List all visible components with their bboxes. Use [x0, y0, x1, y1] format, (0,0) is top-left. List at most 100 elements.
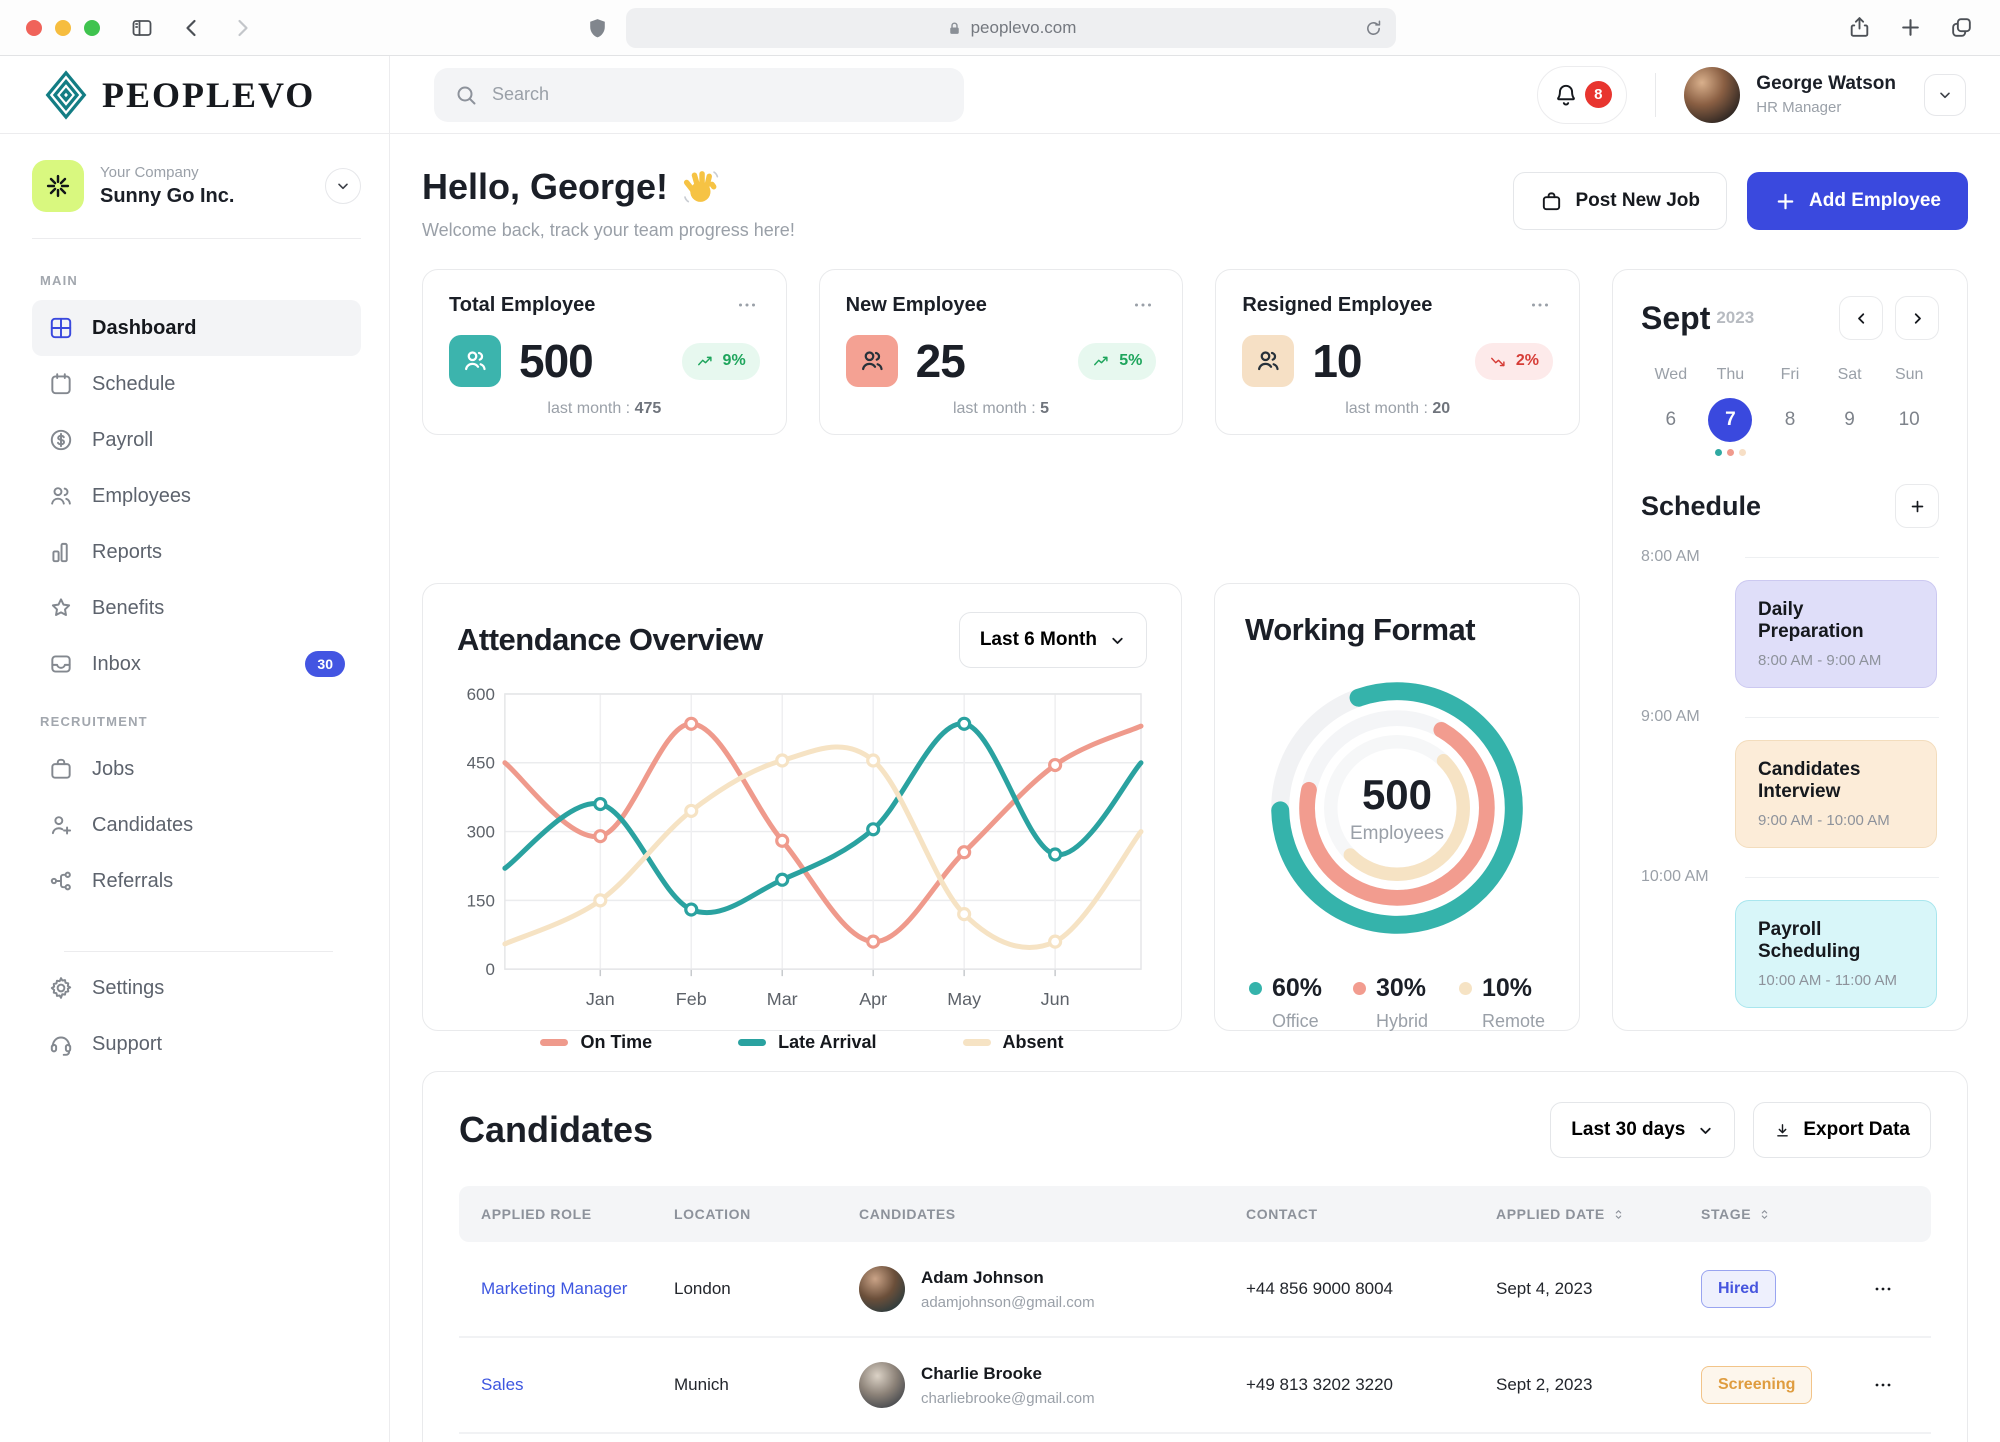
working-format-legend-remote: 10%Remote [1459, 974, 1545, 1032]
company-selector[interactable]: Your Company Sunny Go Inc. [32, 160, 361, 212]
divider [1745, 717, 1939, 718]
column-header-stage[interactable]: Stage [1701, 1206, 1871, 1222]
add-employee-button[interactable]: Add Employee [1747, 172, 1968, 230]
sidebar-item-payroll[interactable]: Payroll [32, 412, 361, 468]
sidebar-item-benefits[interactable]: Benefits [32, 580, 361, 636]
add-schedule-button[interactable] [1895, 484, 1939, 528]
sidebar-item-employees[interactable]: Employees [32, 468, 361, 524]
brand-name: PEOPLEVO [102, 74, 315, 116]
sidebar-item-label: Reports [92, 541, 162, 564]
schedule-event-daily-preparation[interactable]: Daily Preparation8:00 AM - 9:00 AM [1735, 580, 1937, 688]
sort-icon[interactable] [1611, 1207, 1626, 1222]
calendar-date[interactable]: 9 [1828, 398, 1872, 442]
support-icon [48, 1031, 74, 1057]
post-new-job-button[interactable]: Post New Job [1513, 172, 1727, 230]
jobs-icon [48, 756, 74, 782]
schedule-time-label: 10:00 AM [1641, 868, 1729, 886]
zoom-window-button[interactable] [84, 20, 100, 36]
employees-icon [449, 335, 501, 387]
svg-text:150: 150 [467, 891, 495, 910]
sidebar-item-inbox[interactable]: Inbox30 [32, 636, 361, 692]
calendar-date[interactable]: 6 [1649, 398, 1693, 442]
working-format-legend-hybrid: 30%Hybrid [1353, 974, 1428, 1032]
page-subtitle: Welcome back, track your team progress h… [422, 220, 795, 241]
sidebar-item-referrals[interactable]: Referrals [32, 853, 361, 909]
svg-text:0: 0 [485, 960, 494, 979]
event-title: Candidates Interview [1758, 759, 1914, 803]
legend-label: On Time [580, 1032, 652, 1053]
reports-icon [48, 539, 74, 565]
stat-value: 25 [916, 334, 965, 388]
close-window-button[interactable] [26, 20, 42, 36]
calendar-next-button[interactable] [1895, 296, 1939, 340]
event-time: 9:00 AM - 10:00 AM [1758, 812, 1914, 829]
legend-label: Remote [1482, 1011, 1545, 1032]
candidates-range-select[interactable]: Last 30 days [1550, 1102, 1735, 1158]
stage-badge[interactable]: Screening [1701, 1366, 1812, 1404]
working-format-legend-office: 60%Office [1249, 974, 1322, 1032]
stage-badge[interactable]: Hired [1701, 1270, 1776, 1308]
address-bar[interactable]: peoplevo.com [626, 8, 1396, 48]
privacy-shield-icon[interactable] [585, 16, 610, 41]
brand-logo[interactable]: PEOPLEVO [0, 56, 389, 134]
sidebar-item-reports[interactable]: Reports [32, 524, 361, 580]
settings-icon [48, 975, 74, 1001]
company-switcher-chevron-icon[interactable] [325, 168, 361, 204]
tab-overview-icon[interactable] [1949, 15, 1974, 40]
more-options-icon[interactable] [1527, 292, 1553, 318]
sidebar-item-schedule[interactable]: Schedule [32, 356, 361, 412]
sidebar-item-dashboard[interactable]: Dashboard [32, 300, 361, 356]
wave-emoji-icon [682, 168, 720, 206]
row-menu-icon[interactable] [1871, 1373, 1931, 1397]
schedule-event-candidates-interview[interactable]: Candidates Interview 9:00 AM - 10:00 AM [1735, 740, 1937, 848]
search-icon [454, 83, 478, 107]
sidebar-toggle-icon[interactable] [130, 16, 154, 40]
sidebar-item-jobs[interactable]: Jobs [32, 741, 361, 797]
new-tab-icon[interactable] [1898, 15, 1923, 40]
candidate-avatar [859, 1266, 905, 1312]
sidebar: PEOPLEVO Your Company Sunny Go Inc. MAIN… [0, 56, 390, 1442]
calendar-date[interactable]: 10 [1887, 398, 1931, 442]
export-data-button[interactable]: Export Data [1753, 1102, 1931, 1158]
divider [1745, 877, 1939, 878]
column-header-applied-date[interactable]: Applied Date [1496, 1206, 1701, 1222]
stat-card-total-employee: Total Employee5009%last month : 475 [422, 269, 787, 435]
calendar-weekday: Thu [1701, 366, 1761, 384]
peoplevo-logo-icon [44, 70, 88, 120]
applied-role-link[interactable]: Sales [481, 1375, 524, 1394]
calendar-prev-button[interactable] [1839, 296, 1883, 340]
row-menu-icon[interactable] [1871, 1277, 1931, 1301]
user-avatar[interactable] [1684, 67, 1740, 123]
reload-icon[interactable] [1363, 18, 1384, 39]
calendar-date-selected[interactable]: 7 [1708, 398, 1752, 442]
schedule-event-payroll-scheduling[interactable]: Payroll Scheduling10:00 AM - 11:00 AM [1735, 900, 1937, 1008]
minimize-window-button[interactable] [55, 20, 71, 36]
applied-role-link[interactable]: Marketing Manager [481, 1279, 627, 1298]
sidebar-item-candidates[interactable]: Candidates [32, 797, 361, 853]
forward-icon[interactable] [230, 16, 254, 40]
back-icon[interactable] [180, 16, 204, 40]
share-icon[interactable] [1847, 15, 1872, 40]
column-header-location: Location [674, 1206, 859, 1222]
stat-card-resigned-employee: Resigned Employee102%last month : 20 [1215, 269, 1580, 435]
search-input[interactable] [492, 84, 944, 105]
notifications-button[interactable]: 8 [1537, 66, 1627, 124]
user-menu-chevron-icon[interactable] [1924, 74, 1966, 116]
stat-last-month: last month : 475 [449, 400, 760, 418]
legend-label: Hybrid [1376, 1011, 1428, 1032]
sidebar-item-support[interactable]: Support [32, 1016, 361, 1072]
attendance-range-select[interactable]: Last 6 Month [959, 612, 1147, 668]
legend-percent: 60% [1272, 974, 1322, 1003]
legend-swatch [540, 1039, 568, 1046]
calendar-weekday: Fri [1760, 366, 1820, 384]
more-options-icon[interactable] [734, 292, 760, 318]
legend-dot [1249, 982, 1262, 995]
more-options-icon[interactable] [1130, 292, 1156, 318]
candidate-email: adamjohnson@gmail.com [921, 1294, 1095, 1311]
event-title: Daily Preparation [1758, 599, 1914, 643]
sidebar-item-settings[interactable]: Settings [32, 960, 361, 1016]
calendar-day-6: 6 [1641, 398, 1701, 456]
sort-icon[interactable] [1757, 1207, 1772, 1222]
svg-text:300: 300 [467, 823, 495, 842]
calendar-date[interactable]: 8 [1768, 398, 1812, 442]
